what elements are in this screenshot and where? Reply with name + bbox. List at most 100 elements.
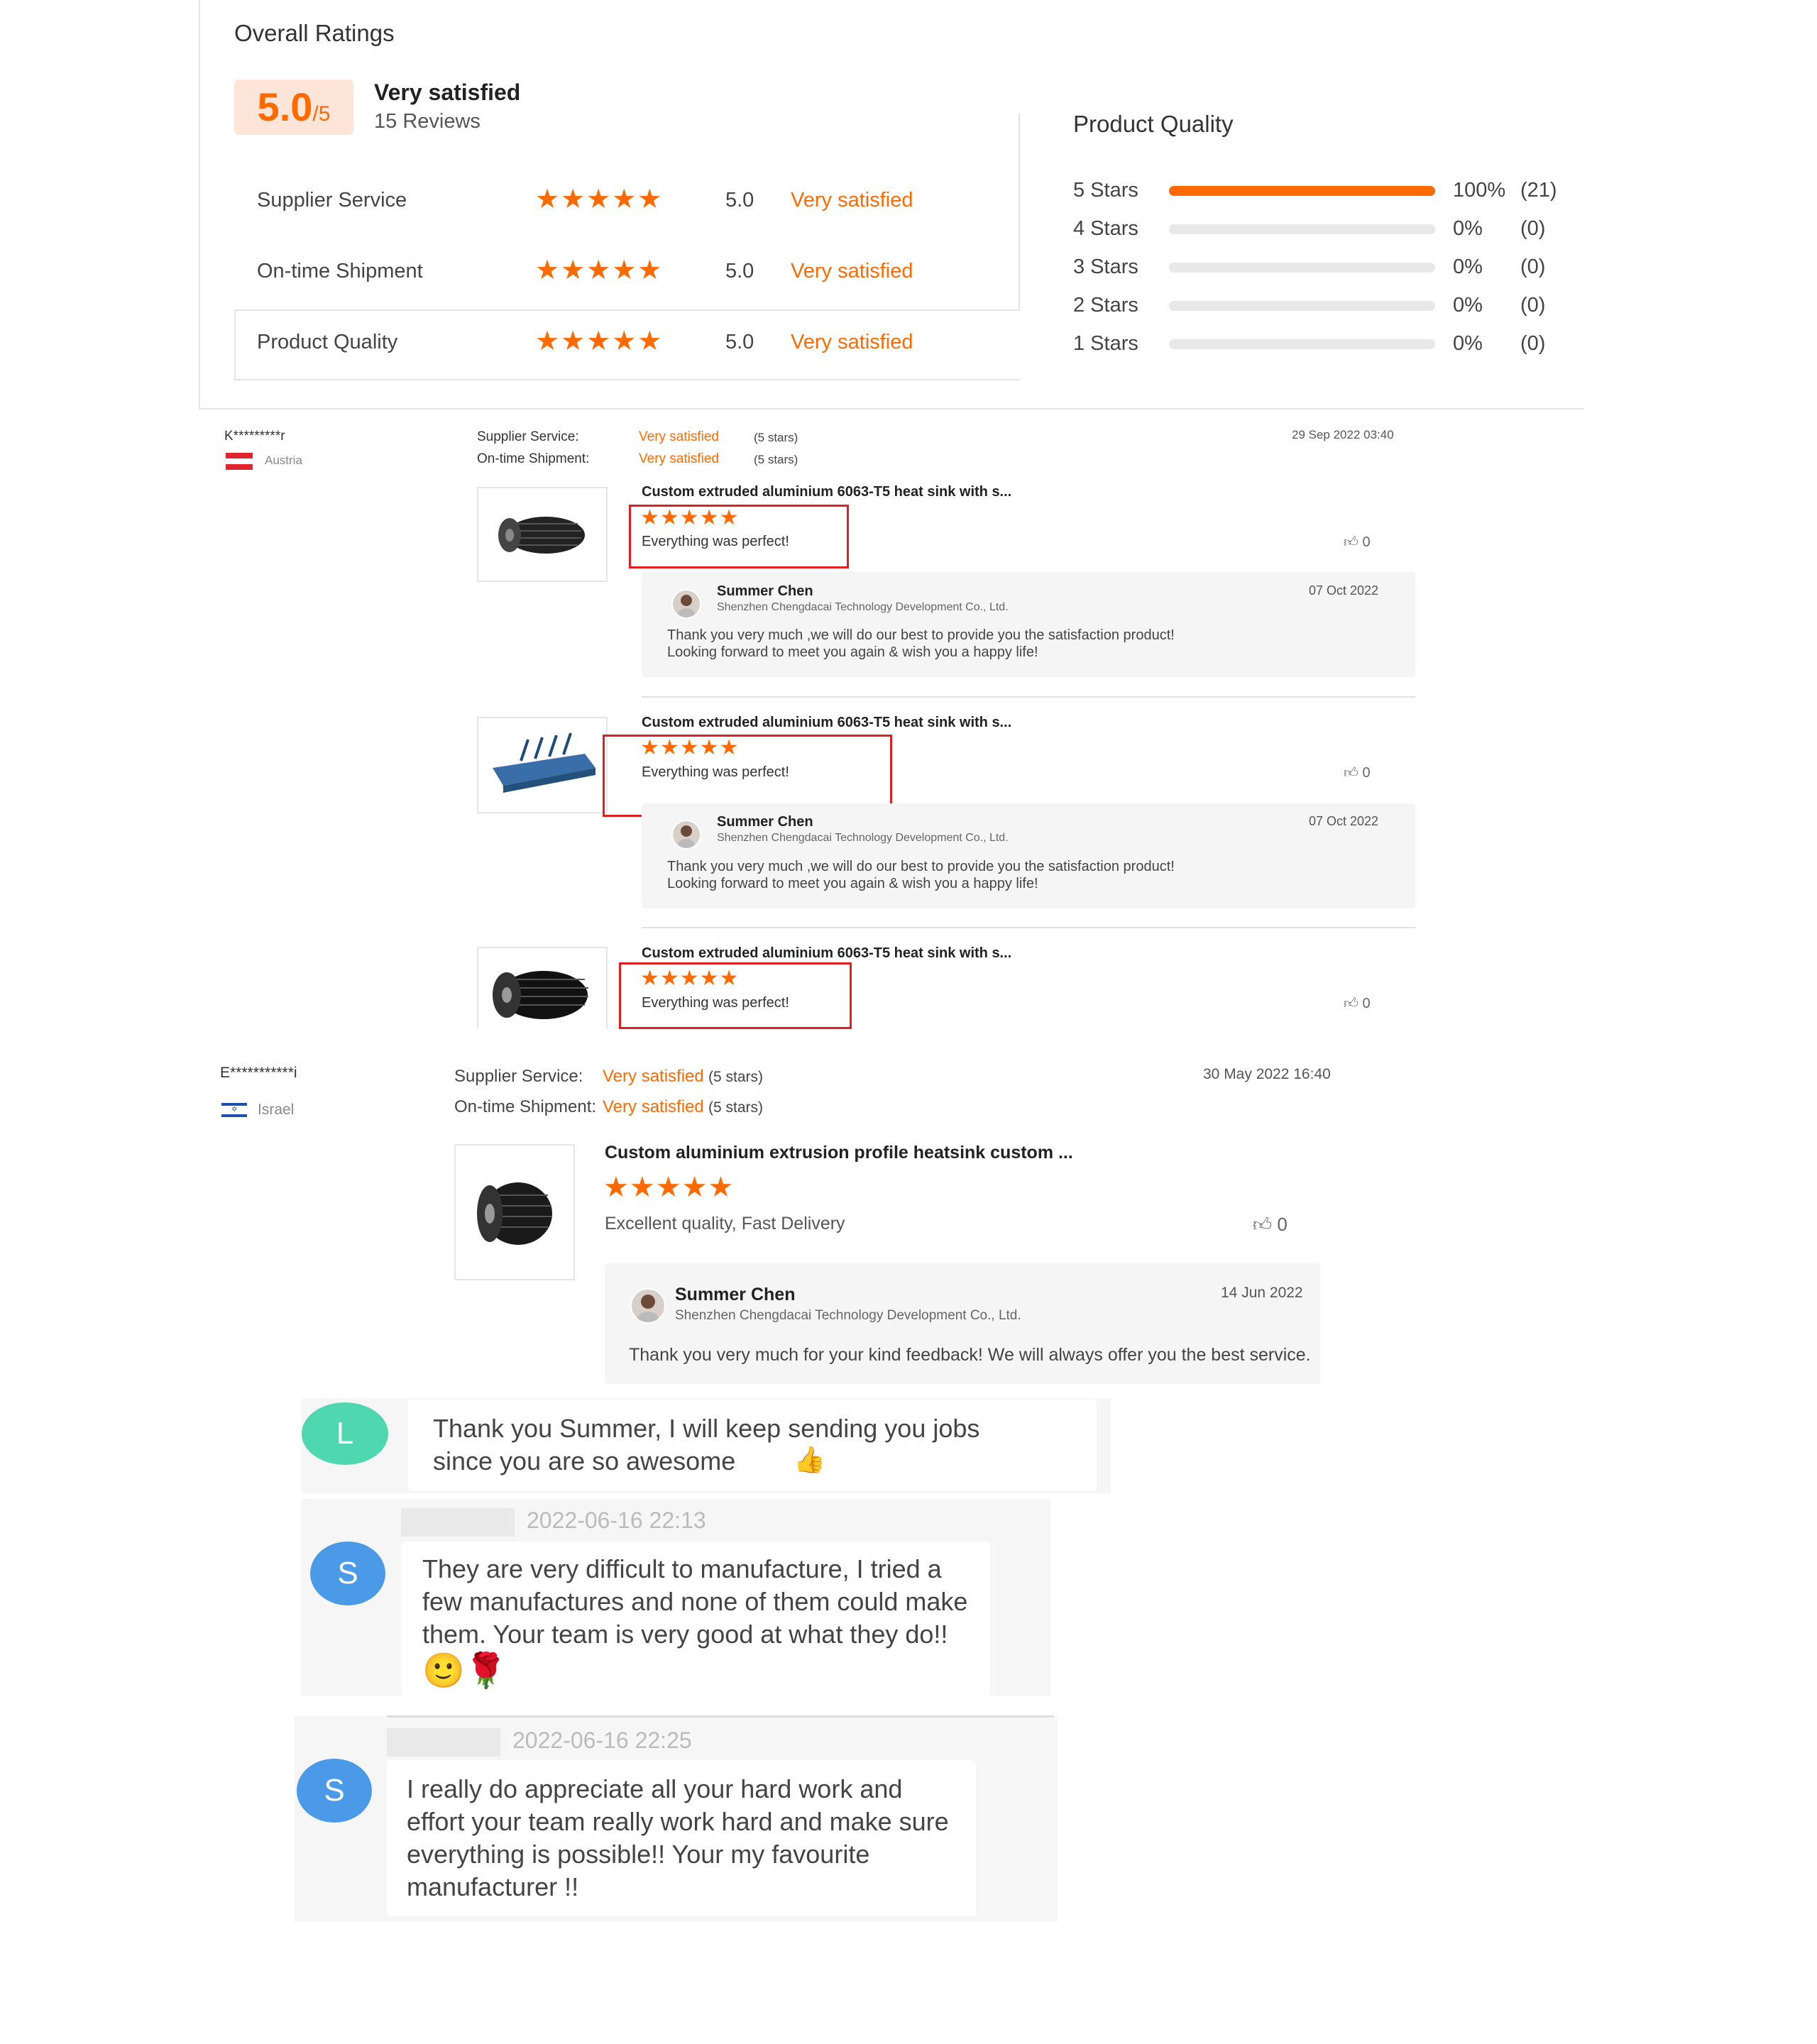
overall-score: 5.0 xyxy=(257,84,313,129)
product-title[interactable]: Custom extruded aluminium 6063-T5 heat s… xyxy=(642,945,1011,962)
supplier-service-label: Supplier Service: xyxy=(477,429,579,444)
product-title[interactable]: Custom aluminium extrusion profile heats… xyxy=(605,1143,1073,1163)
supplier-service-value: Very satisfied xyxy=(639,429,719,444)
product-thumbnail[interactable] xyxy=(477,947,608,1029)
star-level-label[interactable]: 4 Stars xyxy=(1073,217,1138,241)
dimension-stars: ★★★★★ xyxy=(535,185,664,214)
star-level-percent: 0% xyxy=(1453,217,1483,240)
review-count[interactable]: 15 Reviews xyxy=(374,110,481,133)
chat-text-line: They are very difficult to manufacture, … xyxy=(422,1554,942,1583)
panel-divider xyxy=(1019,114,1020,311)
like-count: 0 xyxy=(1277,1214,1288,1235)
star-level-bar xyxy=(1169,301,1435,311)
chat-text-line: manufacturer !! xyxy=(407,1872,579,1901)
thumbs-up-emoji-icon: 👍 xyxy=(794,1445,825,1474)
reviewer-country: Israel xyxy=(258,1101,295,1118)
star-level-percent: 0% xyxy=(1453,294,1483,317)
star-level-bar xyxy=(1169,263,1435,273)
supplier-avatar xyxy=(630,1288,666,1324)
chat-text-line: effort your team really work hard and ma… xyxy=(407,1807,949,1836)
blurred-name xyxy=(387,1728,500,1757)
star-level-label[interactable]: 1 Stars xyxy=(1073,332,1138,356)
star-level-count: (0) xyxy=(1520,332,1546,355)
item-stars: ★★★★★ xyxy=(640,736,740,759)
chat-text-line: few manufactures and none of them could … xyxy=(422,1587,968,1616)
item-stars: ★★★★★ xyxy=(640,967,740,990)
supplier-stars-note: (5 stars) xyxy=(708,1069,764,1085)
star-level-bar xyxy=(1169,224,1435,234)
blurred-name xyxy=(401,1508,515,1537)
dimension-label: Product Quality xyxy=(257,331,398,353)
review-comment: Everything was perfect! xyxy=(642,995,789,1011)
supplier-reply xyxy=(605,1263,1320,1384)
product-title[interactable]: Custom extruded aluminium 6063-T5 heat s… xyxy=(642,715,1011,731)
like-button[interactable]: 👍︎ 0 xyxy=(1344,995,1371,1012)
dimension-stars: ★★★★★ xyxy=(535,256,664,285)
star-level-percent: 100% xyxy=(1453,179,1506,202)
star-level-label[interactable]: 5 Stars xyxy=(1073,179,1138,202)
review-date: 29 Sep 2022 03:40 xyxy=(1292,428,1394,441)
thumbs-up-icon: 👍︎ xyxy=(1344,534,1358,550)
like-button[interactable]: 👍︎ 0 xyxy=(1344,534,1371,551)
chat-timestamp: 2022-06-16 22:13 xyxy=(527,1507,706,1533)
chat-text-line: Thank you Summer, I will keep sending yo… xyxy=(433,1414,980,1443)
item-stars: ★★★★★ xyxy=(603,1172,735,1203)
shipment-stars-note: (5 stars) xyxy=(754,453,798,466)
like-button[interactable]: 👍︎ 0 xyxy=(1344,764,1371,781)
star-level-count: (21) xyxy=(1520,179,1557,202)
shipment-stars-note: (5 stars) xyxy=(708,1099,764,1116)
overall-ratings-title: Overall Ratings xyxy=(234,20,395,46)
dimension-score: 5.0 xyxy=(725,260,754,282)
smile-rose-emoji-icon: 🙂🌹 xyxy=(422,1652,507,1690)
supplier-stars-note: (5 stars) xyxy=(754,431,798,444)
reply-author: Summer Chen xyxy=(675,1285,796,1304)
product-thumbnail[interactable] xyxy=(477,487,608,582)
austria-flag-icon xyxy=(226,453,253,470)
star-level-label[interactable]: 3 Stars xyxy=(1073,256,1138,279)
star-level-bar xyxy=(1169,339,1435,349)
thumbs-up-icon: 👍︎ xyxy=(1253,1214,1273,1235)
product-thumbnail[interactable] xyxy=(477,717,608,813)
dimension-satisfaction: Very satisfied xyxy=(791,260,913,282)
product-title[interactable]: Custom extruded aluminium 6063-T5 heat s… xyxy=(642,484,1011,500)
reply-text-line: Looking forward to meet you again & wish… xyxy=(667,876,1038,891)
star-level-count: (0) xyxy=(1520,256,1546,278)
dimension-stars: ★★★★★ xyxy=(535,326,664,356)
chat-divider xyxy=(387,1715,1054,1718)
reply-date: 14 Jun 2022 xyxy=(1221,1285,1303,1301)
dimension-satisfaction: Very satisfied xyxy=(791,189,913,211)
chat-avatar: L xyxy=(302,1402,388,1465)
reply-text-line: Thank you very much ,we will do our best… xyxy=(667,627,1175,643)
item-stars: ★★★★★ xyxy=(640,506,740,529)
chat-text-line: them. Your team is very good at what the… xyxy=(422,1620,948,1649)
quality-breakdown-title: Product Quality xyxy=(1073,111,1234,137)
dimension-satisfaction: Very satisfied xyxy=(791,331,913,353)
reply-company: Shenzhen Chengdacai Technology Developme… xyxy=(675,1308,1021,1323)
like-count: 0 xyxy=(1362,765,1371,781)
item-divider xyxy=(642,927,1415,928)
star-level-count: (0) xyxy=(1520,217,1546,240)
shipment-value: Very satisfied xyxy=(639,451,719,466)
supplier-avatar xyxy=(671,820,701,850)
review-date: 30 May 2022 16:40 xyxy=(1203,1066,1331,1082)
overall-ratings-panel: Overall Ratings 5.0/5 Very satisfied 15 … xyxy=(199,0,1584,410)
chat-text-line: I really do appreciate all your hard wor… xyxy=(407,1774,903,1803)
dimension-score: 5.0 xyxy=(725,189,754,211)
overall-score-badge: 5.0/5 xyxy=(234,79,353,135)
supplier-service-label: Supplier Service: xyxy=(454,1067,583,1086)
item-divider xyxy=(642,696,1415,698)
chat-avatar: S xyxy=(297,1759,372,1823)
israel-flag-icon: ✡ xyxy=(221,1101,247,1119)
reply-author: Summer Chen xyxy=(717,814,813,830)
star-level-label[interactable]: 2 Stars xyxy=(1073,294,1138,317)
reviewer-name: K*********r xyxy=(224,429,285,444)
reply-text-line: Thank you very much ,we will do our best… xyxy=(667,859,1175,874)
thumbs-up-icon: 👍︎ xyxy=(1344,765,1358,781)
product-thumbnail[interactable] xyxy=(454,1144,575,1280)
chat-text-line: everything is possible!! Your my favouri… xyxy=(407,1840,870,1869)
like-button[interactable]: 👍︎ 0 xyxy=(1253,1214,1288,1236)
review-comment: Everything was perfect! xyxy=(642,764,789,780)
overall-score-scale: /5 xyxy=(312,102,331,126)
reply-text: Thank you very much for your kind feedba… xyxy=(629,1345,1311,1365)
dimension-label: On-time Shipment xyxy=(257,260,423,282)
